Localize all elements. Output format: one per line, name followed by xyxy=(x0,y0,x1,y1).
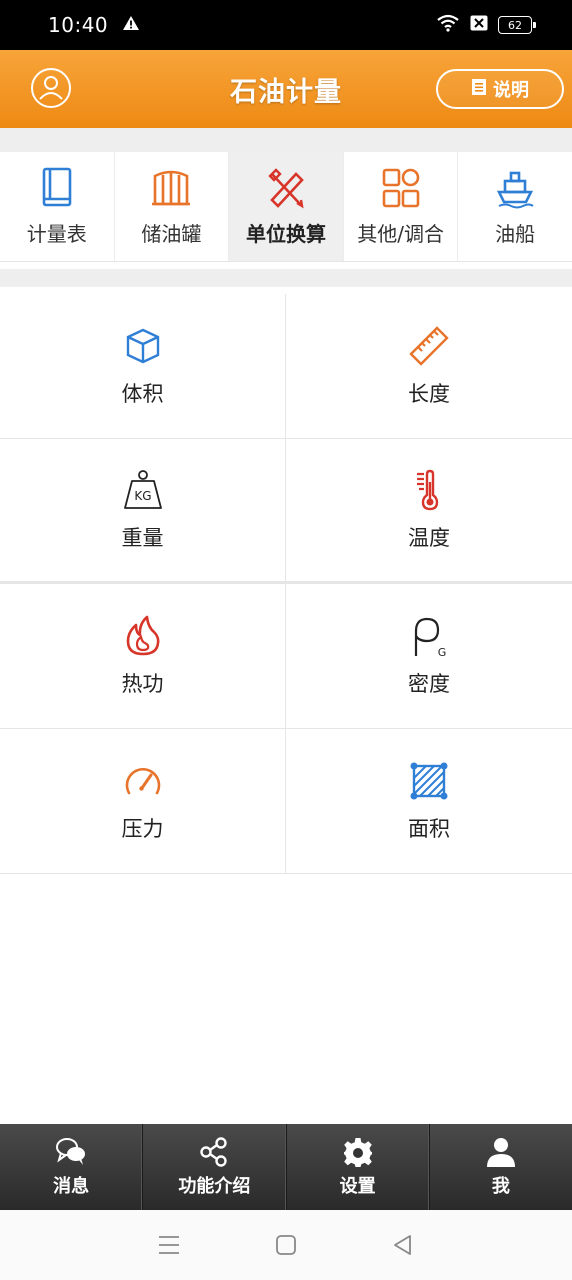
nav-label: 设置 xyxy=(339,1176,376,1197)
home-icon[interactable] xyxy=(273,1232,299,1258)
divider xyxy=(0,128,572,152)
tab-label: 单位换算 xyxy=(245,222,326,246)
nav-label: 功能介绍 xyxy=(178,1176,251,1197)
tab-label: 计量表 xyxy=(26,222,87,246)
unit-label: 面积 xyxy=(408,817,450,841)
help-button[interactable]: 说明 xyxy=(436,69,564,109)
book-icon xyxy=(42,167,72,207)
unit-label: 热功 xyxy=(121,672,164,696)
status-icons: 62 xyxy=(436,14,536,36)
unit-pressure[interactable]: 压力 xyxy=(0,729,286,873)
menu-icon[interactable] xyxy=(156,1232,182,1258)
grid-row: 压力 面积 xyxy=(0,729,572,874)
nav-label: 消息 xyxy=(53,1176,90,1197)
grid-row: 体积 长度 xyxy=(0,294,572,439)
ship-icon xyxy=(497,171,534,209)
sim-x-icon xyxy=(470,15,488,35)
grid-row: 热功 G 密度 xyxy=(0,584,572,729)
gauge-icon xyxy=(125,767,160,795)
unit-label: 长度 xyxy=(408,382,450,406)
unit-grid: 体积 长度 KG 重量 温度 热功 G 密度 压力 面积 xyxy=(0,294,572,874)
user-icon xyxy=(486,1138,515,1167)
unit-heat-work[interactable]: 热功 xyxy=(0,584,286,728)
wifi-icon xyxy=(436,14,460,36)
nav-label: 我 xyxy=(491,1176,510,1197)
battery-indicator: 62 xyxy=(498,16,536,34)
unit-label: 压力 xyxy=(121,817,164,841)
divider xyxy=(0,262,572,294)
density-symbol: G xyxy=(438,646,447,658)
grid-row: KG 重量 温度 xyxy=(0,439,572,584)
unit-length[interactable]: 长度 xyxy=(286,294,572,438)
status-bar: 10:40 62 xyxy=(0,0,572,50)
tab-label: 储油罐 xyxy=(141,222,202,246)
density-icon: G xyxy=(414,617,447,658)
document-icon xyxy=(471,78,487,101)
tank-icon xyxy=(152,170,191,206)
category-tabs: 计量表 储油罐 单位换算 其他/调合 油船 xyxy=(0,152,572,262)
unit-density[interactable]: G 密度 xyxy=(286,584,572,728)
nav-features[interactable]: 功能介绍 xyxy=(143,1124,287,1210)
thermometer-icon xyxy=(417,469,439,511)
unit-label: 重量 xyxy=(121,526,164,550)
weight-icon: KG xyxy=(123,470,162,509)
chat-icon xyxy=(56,1138,86,1165)
profile-avatar-icon[interactable] xyxy=(30,67,72,109)
unit-weight[interactable]: KG 重量 xyxy=(0,439,286,581)
tab-other-blending[interactable]: 其他/调合 xyxy=(344,152,459,261)
help-button-label: 说明 xyxy=(493,80,529,101)
tab-meter-table[interactable]: 计量表 xyxy=(0,152,115,261)
tab-tanker[interactable]: 油船 xyxy=(458,152,572,261)
back-icon[interactable] xyxy=(390,1232,416,1258)
warning-icon xyxy=(122,15,140,35)
unit-label: 密度 xyxy=(408,672,450,696)
nav-settings[interactable]: 设置 xyxy=(287,1124,430,1210)
unit-area[interactable]: 面积 xyxy=(286,729,572,873)
tab-storage-tank[interactable]: 储油罐 xyxy=(115,152,230,261)
unit-label: 温度 xyxy=(408,526,450,550)
weight-text: KG xyxy=(134,489,151,503)
system-nav-bar xyxy=(0,1210,572,1280)
flame-icon xyxy=(126,615,159,656)
gear-icon xyxy=(343,1138,372,1167)
nav-me[interactable]: 我 xyxy=(430,1124,572,1210)
grid-icon xyxy=(382,168,419,208)
unit-volume[interactable]: 体积 xyxy=(0,294,286,438)
bottom-nav: 消息 功能介绍 设置 我 xyxy=(0,1124,572,1210)
tab-unit-conversion[interactable]: 单位换算 xyxy=(229,152,344,261)
share-icon xyxy=(200,1137,228,1167)
ruler-icon xyxy=(409,326,449,366)
unit-label: 体积 xyxy=(121,382,164,406)
status-time: 10:40 xyxy=(48,13,109,37)
unit-temperature[interactable]: 温度 xyxy=(286,439,572,581)
tab-label: 油船 xyxy=(495,222,536,246)
area-icon xyxy=(410,762,448,800)
cube-icon xyxy=(126,328,159,364)
app-header: 石油计量 说明 xyxy=(0,50,572,128)
tab-label: 其他/调合 xyxy=(357,222,444,246)
ruler-pencil-icon xyxy=(268,168,304,209)
nav-messages[interactable]: 消息 xyxy=(0,1124,144,1210)
